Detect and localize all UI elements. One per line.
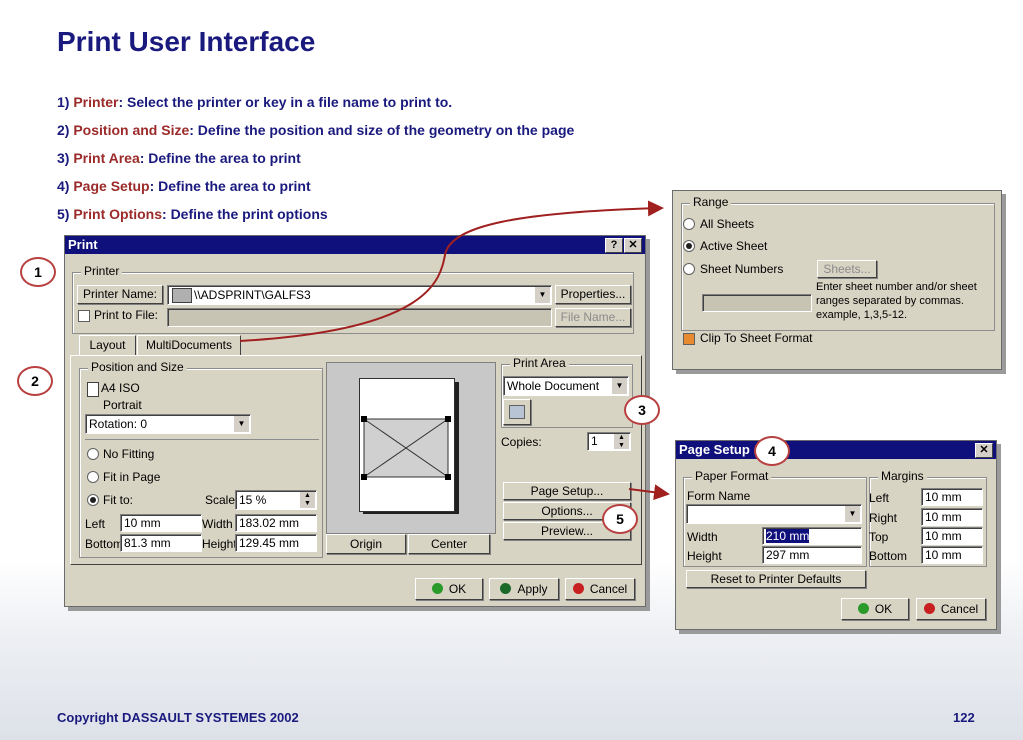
callout-1: 1	[20, 257, 56, 287]
callout-4: 4	[754, 436, 790, 466]
callout-3: 3	[624, 395, 660, 425]
page-number: 122	[953, 710, 975, 725]
callout-2: 2	[17, 366, 53, 396]
callout-5: 5	[602, 504, 638, 534]
copyright: Copyright DASSAULT SYSTEMES 2002	[57, 710, 299, 725]
annotation-arrows	[239, 200, 670, 501]
